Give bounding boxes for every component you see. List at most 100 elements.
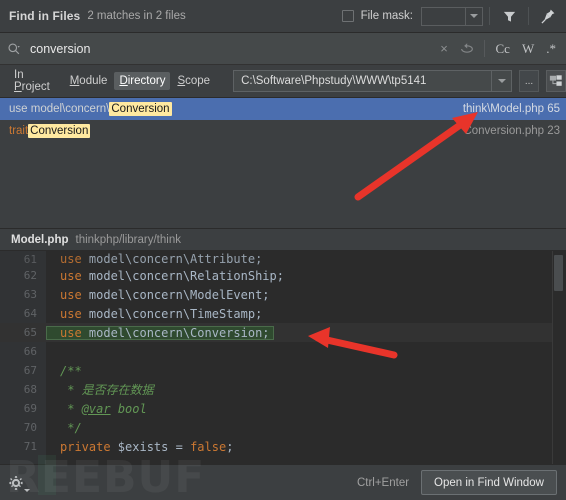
line-number: 70 — [23, 421, 37, 434]
code-token: use — [60, 268, 89, 283]
results-list[interactable]: use model\concern\ Conversion think\Model… — [0, 98, 566, 229]
code-line: 69 * @var bool — [0, 399, 566, 418]
code-line: 61 use model\concern\Attribute; — [0, 251, 566, 266]
whole-words-toggle[interactable]: W — [516, 41, 540, 57]
file-mask-combo[interactable] — [421, 6, 483, 26]
code-lines: 61 use model\concern\Attribute; 62 use mode… — [0, 251, 566, 456]
line-number: 66 — [23, 345, 37, 358]
file-mask-dropdown-icon[interactable] — [465, 7, 482, 25]
code-token: model\concern\ModelEvent; — [88, 287, 270, 302]
gear-glyph — [9, 475, 23, 490]
gear-icon[interactable] — [6, 470, 32, 496]
page-title: Find in Files — [9, 9, 81, 23]
code-text: use model\concern\TimeStamp; — [46, 307, 262, 321]
code-text: use model\concern\RelationShip; — [46, 269, 284, 283]
header-right-controls: File mask: — [341, 0, 566, 32]
code-text: */ — [46, 420, 82, 435]
code-line: 66 — [0, 342, 566, 361]
scope-option-module[interactable]: Module — [65, 72, 113, 90]
match-summary: 2 matches in 2 files — [87, 10, 186, 22]
search-input[interactable]: conversion — [30, 42, 90, 56]
search-history-icon[interactable] — [456, 36, 479, 62]
result-row-1[interactable]: use model\concern\ Conversion think\Model… — [0, 98, 566, 120]
result-keyword-2: trait — [9, 125, 29, 137]
code-line: 68 * 是否存在数据 — [0, 380, 566, 399]
regex-toggle[interactable]: .* — [540, 41, 562, 57]
directory-dropdown-icon[interactable] — [491, 71, 511, 91]
result-prefix-1: use model\concern\ — [9, 103, 110, 115]
clear-search-icon[interactable]: × — [433, 36, 456, 62]
module-tree-glyph — [549, 75, 562, 86]
line-number: 69 — [23, 402, 37, 415]
scope-option-in-project[interactable]: In Project — [9, 66, 63, 96]
editor-scrollbar-track[interactable] — [552, 251, 566, 464]
result-text-1: use model\concern\ Conversion — [9, 102, 172, 116]
pin-icon[interactable] — [535, 3, 561, 29]
code-line: 67 /** — [0, 361, 566, 380]
preview-file-path: thinkphp/library/think — [75, 233, 181, 246]
code-line: 62 use model\concern\RelationShip; — [0, 266, 566, 285]
code-text: * 是否存在数据 — [46, 381, 154, 398]
chevron-down-icon — [497, 79, 506, 83]
directory-combo[interactable]: C:\Software\Phpstudy\WWW\tp5141 — [233, 70, 513, 92]
result-row-2[interactable]: trait Conversion Conversion.php 23 — [0, 120, 566, 142]
file-mask-input[interactable] — [422, 8, 465, 25]
code-text: use model\concern\ModelEvent; — [46, 288, 270, 302]
search-bar[interactable]: conversion × Cc W .* — [0, 33, 566, 65]
code-token: $exists — [117, 439, 169, 454]
code-token: * 是否存在数据 — [60, 383, 154, 397]
code-text: /** — [46, 364, 82, 378]
code-token: * — [60, 401, 82, 416]
preview-file-name: Model.php — [11, 233, 69, 246]
code-line: 64 use model\concern\TimeStamp; — [0, 304, 566, 323]
pin-glyph — [541, 9, 555, 24]
scope-option-directory[interactable]: Directory — [114, 72, 171, 90]
editor-scrollbar-thumb[interactable] — [554, 255, 563, 291]
line-number: 63 — [23, 288, 37, 301]
directory-path-input[interactable]: C:\Software\Phpstudy\WWW\tp5141 — [241, 75, 491, 87]
code-line: 65 use model\concern\Conversion; — [0, 323, 566, 342]
code-token: @var — [81, 401, 111, 416]
line-number: 64 — [23, 307, 37, 320]
line-number: 62 — [23, 269, 37, 282]
result-match-1: Conversion — [109, 102, 172, 116]
code-token: model\concern\TimeStamp; — [88, 306, 263, 321]
code-token: = — [168, 439, 191, 454]
search-glyph — [8, 42, 20, 54]
dialog-header: Find in Files 2 matches in 2 files File … — [0, 0, 566, 33]
history-glyph — [461, 42, 473, 53]
line-number: 67 — [23, 364, 37, 377]
code-token: use — [60, 252, 89, 266]
search-icon[interactable] — [7, 42, 21, 56]
module-tree-icon[interactable] — [546, 70, 566, 92]
line-number: 71 — [23, 440, 37, 453]
file-mask-label: File mask: — [360, 10, 413, 22]
code-line: 63 use model\concern\ModelEvent; — [0, 285, 566, 304]
scope-option-scope[interactable]: Scope — [172, 72, 215, 90]
code-token: bool — [110, 401, 147, 416]
filter-funnel-icon[interactable] — [496, 3, 522, 29]
code-line: 71 private $exists = false; — [0, 437, 566, 456]
code-preview[interactable]: 61 use model\concern\Attribute; 62 use mode… — [0, 251, 566, 464]
match-case-toggle[interactable]: Cc — [490, 41, 516, 57]
code-text: * @var bool — [46, 402, 147, 416]
header-divider-2 — [528, 7, 529, 25]
file-mask-checkbox[interactable] — [341, 10, 354, 22]
line-number: 68 — [23, 383, 37, 396]
result-location-1: think\Model.php 65 — [462, 103, 560, 115]
browse-directory-button[interactable]: ... — [519, 70, 540, 92]
line-number: 65 — [23, 326, 37, 339]
code-text: use model\concern\Conversion; — [46, 325, 274, 340]
code-token: */ — [60, 420, 82, 435]
line-number: 61 — [23, 253, 37, 266]
dialog-footer: Ctrl+Enter Open in Find Window — [0, 464, 566, 500]
code-token: use — [60, 287, 89, 302]
code-line: 70 */ — [0, 418, 566, 437]
code-token: use — [60, 325, 89, 340]
open-in-find-window-button[interactable]: Open in Find Window — [421, 470, 557, 495]
code-token: /** — [60, 363, 82, 378]
gear-dropdown-arrow-icon — [24, 488, 30, 492]
code-text: use model\concern\Attribute; — [46, 252, 262, 266]
header-divider — [489, 7, 490, 25]
filter-funnel-glyph — [503, 11, 515, 22]
